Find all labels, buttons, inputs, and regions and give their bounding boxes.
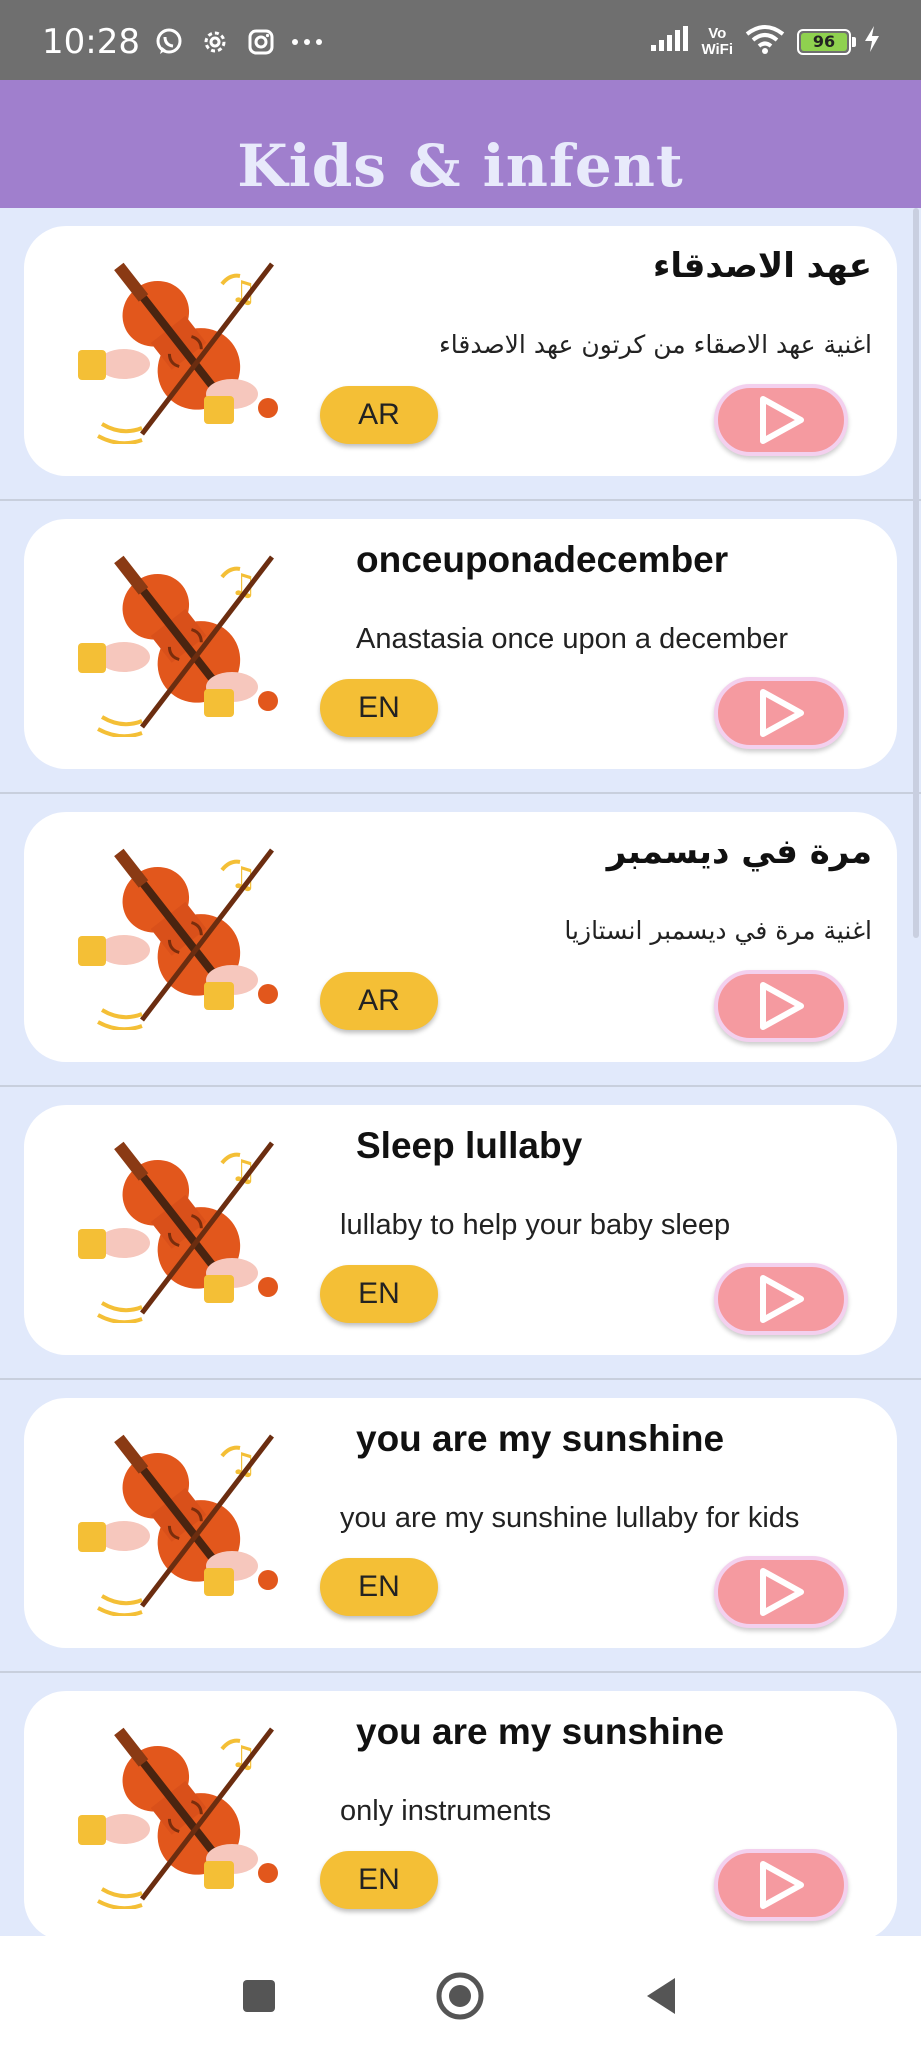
song-card[interactable]: onceuponadecember Anastasia once upon a … (24, 519, 897, 769)
home-circle-icon (436, 1972, 484, 2020)
song-card[interactable]: عهد الاصدقاء اغنية عهد الاصقاء من كرتون … (24, 226, 897, 476)
violin-image (72, 1709, 292, 1909)
instagram-icon (244, 25, 278, 59)
song-card[interactable]: Sleep lullaby lullaby to help your baby … (24, 1105, 897, 1355)
language-badge: AR (320, 386, 438, 444)
song-description: you are my sunshine lullaby for kids (340, 1502, 800, 1534)
charging-bolt-icon (863, 25, 881, 58)
violin-image (72, 830, 292, 1030)
song-title: you are my sunshine (356, 1711, 725, 1752)
more-dots-icon (290, 25, 324, 59)
battery-level: 96 (801, 32, 847, 51)
status-bar: 10:28 Vo WiFi 96 (0, 0, 921, 80)
play-icon (760, 1568, 804, 1616)
song-title: you are my sunshine (356, 1418, 725, 1459)
song-title: عهد الاصدقاء (652, 246, 872, 286)
play-button[interactable] (714, 1556, 848, 1628)
language-badge: EN (320, 1851, 438, 1909)
language-badge: AR (320, 972, 438, 1030)
language-badge: EN (320, 679, 438, 737)
whatsapp-icon (152, 25, 186, 59)
song-description: Anastasia once upon a december (356, 623, 789, 655)
language-badge: EN (320, 1558, 438, 1616)
play-button[interactable] (714, 1263, 848, 1335)
status-time: 10:28 (42, 22, 140, 62)
vowifi-label: Vo WiFi (701, 24, 733, 58)
violin-image (72, 1123, 292, 1323)
scrollbar[interactable] (913, 208, 919, 938)
song-description: lullaby to help your baby sleep (340, 1209, 731, 1241)
play-icon (760, 396, 804, 444)
song-card[interactable]: you are my sunshine only instruments EN (24, 1691, 897, 1936)
wifi-icon (745, 24, 785, 59)
list-item: Sleep lullaby lullaby to help your baby … (0, 1087, 921, 1380)
list-item: you are my sunshine only instruments EN (0, 1673, 921, 1936)
play-icon (760, 982, 804, 1030)
violin-image (72, 537, 292, 737)
play-icon (760, 1275, 804, 1323)
back-triangle-icon (647, 1978, 675, 2014)
song-title: مرة في ديسمبر (606, 832, 872, 872)
song-card[interactable]: you are my sunshine you are my sunshine … (24, 1398, 897, 1648)
play-button[interactable] (714, 677, 848, 749)
list-item: onceuponadecember Anastasia once upon a … (0, 501, 921, 794)
list-item: مرة في ديسمبر اغنية مرة في ديسمبر انستاز… (0, 794, 921, 1087)
play-button[interactable] (714, 1849, 848, 1921)
list-item: you are my sunshine you are my sunshine … (0, 1380, 921, 1673)
song-card[interactable]: مرة في ديسمبر اغنية مرة في ديسمبر انستاز… (24, 812, 897, 1062)
signal-icon (649, 25, 689, 58)
song-title: onceuponadecember (356, 539, 729, 580)
battery-icon: 96 (797, 28, 856, 55)
recents-square-icon (243, 1980, 275, 2012)
app-bar: Kids & infent (0, 80, 921, 208)
play-icon (760, 689, 804, 737)
song-description: only instruments (340, 1795, 552, 1827)
recents-button[interactable] (229, 1966, 289, 2026)
song-title: Sleep lullaby (356, 1125, 583, 1166)
song-description: اغنية عهد الاصقاء من كرتون عهد الاصدقاء (439, 330, 872, 359)
system-nav-bar (0, 1936, 921, 2048)
home-button[interactable] (430, 1966, 490, 2026)
violin-image (72, 244, 292, 444)
list-item: عهد الاصدقاء اغنية عهد الاصقاء من كرتون … (0, 208, 921, 501)
back-button[interactable] (631, 1966, 691, 2026)
song-list[interactable]: عهد الاصدقاء اغنية عهد الاصقاء من كرتون … (0, 208, 921, 1936)
song-description: اغنية مرة في ديسمبر انستازيا (564, 916, 872, 945)
play-button[interactable] (714, 970, 848, 1042)
play-button[interactable] (714, 384, 848, 456)
violin-image (72, 1416, 292, 1616)
settings-gear-icon (198, 25, 232, 59)
play-icon (760, 1861, 804, 1909)
app-title: Kids & infent (237, 132, 684, 200)
language-badge: EN (320, 1265, 438, 1323)
